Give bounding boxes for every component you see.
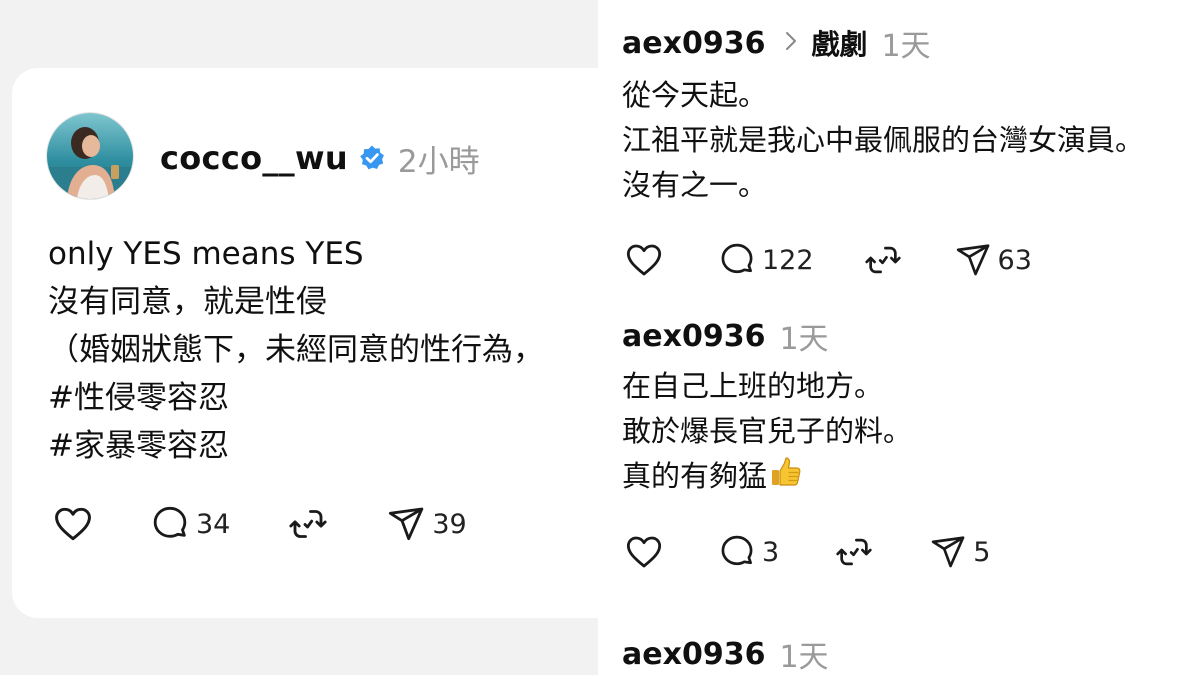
comment-text-line: 在自己上班的地方。 [622,369,884,403]
comment-text-line-content: 真的有夠猛 [622,459,768,493]
avatar[interactable] [46,112,134,200]
post-text: only YES means YES 沒有同意，就是性侵 （婚姻狀態下，未經同意… [48,230,598,470]
comment-username[interactable]: aex0936 [622,637,765,672]
repost-icon [864,246,901,274]
comment-header: aex0936 1天 [622,632,829,676]
thumbs-up-emoji [769,455,803,500]
repost-button[interactable] [864,241,902,279]
comment-topic-tag[interactable]: 戲劇 [811,23,867,63]
comment-timestamp: 1天 [779,322,829,357]
like-button[interactable] [624,240,664,280]
comment-text: 在自己上班的地方。 敢於爆長官兒子的料。 真的有夠猛 [622,364,1200,499]
like-button[interactable] [624,532,664,572]
post-text-line: （婚姻狀態下，未經同意的性行為， [48,332,544,368]
reply-count: 122 [762,244,814,276]
comment-timestamp: 1天 [779,640,829,675]
share-count: 63 [997,244,1032,276]
share-button[interactable]: 39 [386,504,467,544]
comment-text-line: 真的有夠猛 [622,454,1200,499]
reply-icon [721,535,753,566]
post-actions: 34 39 [52,503,467,545]
share-count: 39 [432,508,467,540]
post-hashtag[interactable]: #性侵零容忍 [48,374,598,422]
heart-icon [626,536,662,568]
share-button[interactable]: 63 [954,241,1032,279]
post-timestamp: 2小時 [397,143,480,180]
share-icon [956,244,989,276]
repost-button[interactable] [288,504,328,544]
repost-icon [289,510,327,538]
reply-icon [721,243,753,274]
reply-button[interactable]: 34 [150,504,230,544]
reply-button[interactable]: 122 [718,241,814,279]
chevron-right-icon [785,31,797,55]
share-icon [389,507,424,541]
comment-actions: 3 5 [624,532,990,572]
reply-icon [153,506,187,538]
reply-count: 34 [196,508,231,540]
verified-badge-icon [358,144,386,172]
comment-username[interactable]: aex0936 [622,26,765,61]
post-header: cocco__wu 2小時 [160,136,480,180]
comment-text-line: 江祖平就是我心中最佩服的台灣女演員。 [622,123,1145,157]
post-hashtag[interactable]: #家暴零容忍 [48,422,598,470]
comment-text-line: 沒有之一。 [622,168,768,202]
share-count: 5 [973,536,991,568]
reply-button[interactable]: 3 [718,533,779,571]
share-button[interactable]: 5 [929,533,990,571]
share-icon [931,536,965,568]
avatar-photo [47,113,133,199]
heart-icon [626,244,662,276]
heart-icon [55,507,91,541]
post-username[interactable]: cocco__wu [160,139,348,177]
comment-header: aex0936 1天 [622,314,829,358]
comment-text-line: 敢於爆長官兒子的料。 [622,414,913,448]
repost-button[interactable] [835,533,873,571]
comment-header: aex0936 戲劇 1天 [622,21,931,65]
comment-text: 從今天起。 江祖平就是我心中最佩服的台灣女演員。 沒有之一。 [622,73,1200,208]
comment-actions: 122 63 [624,240,1032,280]
comment-username[interactable]: aex0936 [622,319,765,354]
post-text-line: 沒有同意，就是性侵 [48,284,327,320]
like-button[interactable] [52,503,94,545]
reply-count: 3 [762,536,780,568]
comment-text-line: 從今天起。 [622,78,768,112]
comment-timestamp: 1天 [881,29,931,64]
repost-icon [836,538,872,566]
post-text-line: only YES means YES [48,236,364,272]
